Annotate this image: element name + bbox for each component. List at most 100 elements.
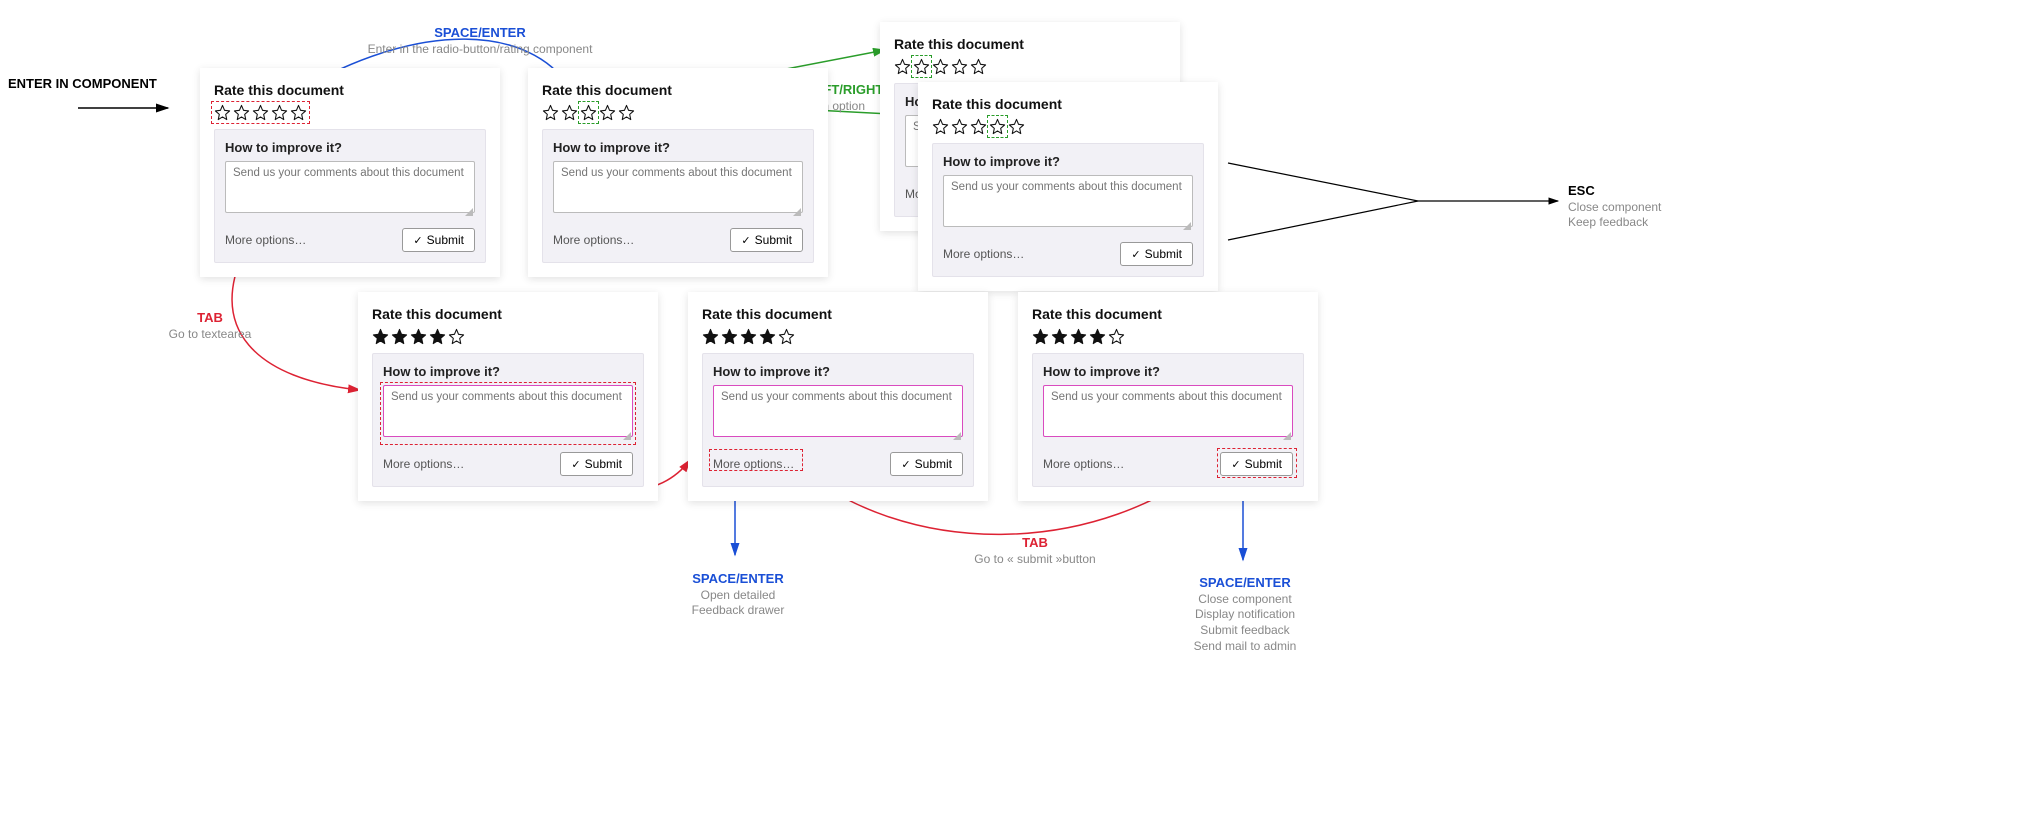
- star-icon[interactable]: [252, 104, 269, 121]
- submit-label: Submit: [915, 457, 952, 471]
- more-options-link[interactable]: More options…: [1043, 457, 1124, 471]
- submit-button[interactable]: ✓ Submit: [560, 452, 633, 476]
- check-icon: ✓: [1131, 248, 1140, 261]
- anno-tab-ta-key: TAB: [155, 310, 265, 327]
- star-icon[interactable]: [290, 104, 307, 121]
- anno-se-drawer-d1: Open detailed: [668, 588, 808, 604]
- anno-tab-submit-key: TAB: [950, 535, 1120, 552]
- check-icon: ✓: [571, 458, 580, 471]
- star-icon[interactable]: [913, 58, 930, 75]
- star-icon[interactable]: [970, 118, 987, 135]
- anno-space-enter-top-desc: Enter in the radio-button/rating compone…: [340, 42, 620, 58]
- submit-label: Submit: [427, 233, 464, 247]
- star-icon[interactable]: [951, 58, 968, 75]
- submit-button[interactable]: ✓ Submit: [402, 228, 475, 252]
- star-icon[interactable]: [233, 104, 250, 121]
- comments-textarea[interactable]: [1043, 385, 1293, 437]
- card-state-star-focused: Rate this document How to improve it? Mo…: [528, 68, 828, 277]
- submit-button[interactable]: ✓Submit: [730, 228, 803, 252]
- improve-panel: How to improve it? More options… ✓ Submit: [372, 353, 644, 487]
- comments-textarea[interactable]: [943, 175, 1193, 227]
- star-icon[interactable]: [561, 104, 578, 121]
- star-icon[interactable]: [391, 328, 408, 345]
- more-options-link[interactable]: More options…: [553, 233, 634, 247]
- star-icon[interactable]: [951, 118, 968, 135]
- star-icon[interactable]: [894, 58, 911, 75]
- star-icon[interactable]: [542, 104, 559, 121]
- star-icon[interactable]: [1051, 328, 1068, 345]
- star-icon[interactable]: [1089, 328, 1106, 345]
- card-title: Rate this document: [932, 96, 1204, 112]
- improve-panel: How to improve it? More options… ✓Submit: [702, 353, 974, 487]
- star-icon[interactable]: [1032, 328, 1049, 345]
- star-rating[interactable]: [372, 328, 644, 345]
- card-title: Rate this document: [894, 36, 1166, 52]
- star-icon[interactable]: [448, 328, 465, 345]
- improve-panel: How to improve it? More options… ✓Submit: [1032, 353, 1304, 487]
- anno-esc-key: ESC: [1568, 183, 1688, 200]
- comments-textarea[interactable]: [553, 161, 803, 213]
- star-rating[interactable]: [702, 328, 974, 345]
- more-options-link[interactable]: More options…: [225, 233, 306, 247]
- star-icon[interactable]: [740, 328, 757, 345]
- comments-textarea[interactable]: [383, 385, 633, 437]
- improve-panel: How to improve it? More options… ✓Submit: [542, 129, 814, 263]
- card-state-arrow-right: Rate this document How to improve it? Mo…: [918, 82, 1218, 291]
- improve-title: How to improve it?: [553, 140, 803, 155]
- anno-se-drawer-key: SPACE/ENTER: [668, 571, 808, 588]
- star-icon[interactable]: [1008, 118, 1025, 135]
- improve-title: How to improve it?: [713, 364, 963, 379]
- comments-textarea[interactable]: [713, 385, 963, 437]
- anno-space-enter-top-key: SPACE/ENTER: [340, 25, 620, 42]
- star-icon[interactable]: [214, 104, 231, 121]
- more-options-link[interactable]: More options…: [713, 457, 794, 471]
- star-rating[interactable]: [932, 118, 1204, 135]
- star-icon[interactable]: [580, 104, 597, 121]
- star-icon[interactable]: [1108, 328, 1125, 345]
- anno-se-drawer-d2: Feedback drawer: [668, 603, 808, 619]
- star-icon[interactable]: [372, 328, 389, 345]
- star-icon[interactable]: [599, 104, 616, 121]
- more-options-link[interactable]: More options…: [383, 457, 464, 471]
- anno-esc-d2: Keep feedback: [1568, 215, 1688, 231]
- improve-title: How to improve it?: [383, 364, 633, 379]
- star-rating[interactable]: [1032, 328, 1304, 345]
- submit-button[interactable]: ✓Submit: [890, 452, 963, 476]
- improve-panel: How to improve it? More options… ✓Submit: [932, 143, 1204, 277]
- card-title: Rate this document: [1032, 306, 1304, 322]
- star-icon[interactable]: [932, 58, 949, 75]
- submit-label: Submit: [585, 457, 622, 471]
- star-icon[interactable]: [759, 328, 776, 345]
- check-icon: ✓: [741, 234, 750, 247]
- comments-textarea[interactable]: [225, 161, 475, 213]
- check-icon: ✓: [413, 234, 422, 247]
- star-rating[interactable]: [214, 104, 486, 121]
- star-icon[interactable]: [271, 104, 288, 121]
- card-state-initial: Rate this document How to improve it? Mo…: [200, 68, 500, 277]
- star-rating[interactable]: [894, 58, 1166, 75]
- card-state-submit-focused: Rate this document How to improve it? Mo…: [1018, 292, 1318, 501]
- star-icon[interactable]: [410, 328, 427, 345]
- anno-se-final-d2: Display notification: [1170, 607, 1320, 623]
- star-rating[interactable]: [542, 104, 814, 121]
- star-icon[interactable]: [970, 58, 987, 75]
- star-icon[interactable]: [618, 104, 635, 121]
- anno-tab-submit-desc: Go to « submit »button: [950, 552, 1120, 568]
- anno-esc-d1: Close component: [1568, 200, 1688, 216]
- more-options-link[interactable]: More options…: [943, 247, 1024, 261]
- star-icon[interactable]: [702, 328, 719, 345]
- card-title: Rate this document: [372, 306, 644, 322]
- star-icon[interactable]: [721, 328, 738, 345]
- card-state-textarea-focused: Rate this document How to improve it? Mo…: [358, 292, 658, 501]
- submit-button[interactable]: ✓Submit: [1220, 452, 1293, 476]
- star-icon[interactable]: [932, 118, 949, 135]
- submit-button[interactable]: ✓ Submit: [1120, 242, 1193, 266]
- star-icon[interactable]: [1070, 328, 1087, 345]
- anno-se-final-d1: Close component: [1170, 592, 1320, 608]
- star-icon[interactable]: [778, 328, 795, 345]
- star-icon[interactable]: [989, 118, 1006, 135]
- improve-title: How to improve it?: [1043, 364, 1293, 379]
- submit-label: Submit: [1145, 247, 1182, 261]
- anno-tab-ta-desc: Go to textearea: [155, 327, 265, 343]
- star-icon[interactable]: [429, 328, 446, 345]
